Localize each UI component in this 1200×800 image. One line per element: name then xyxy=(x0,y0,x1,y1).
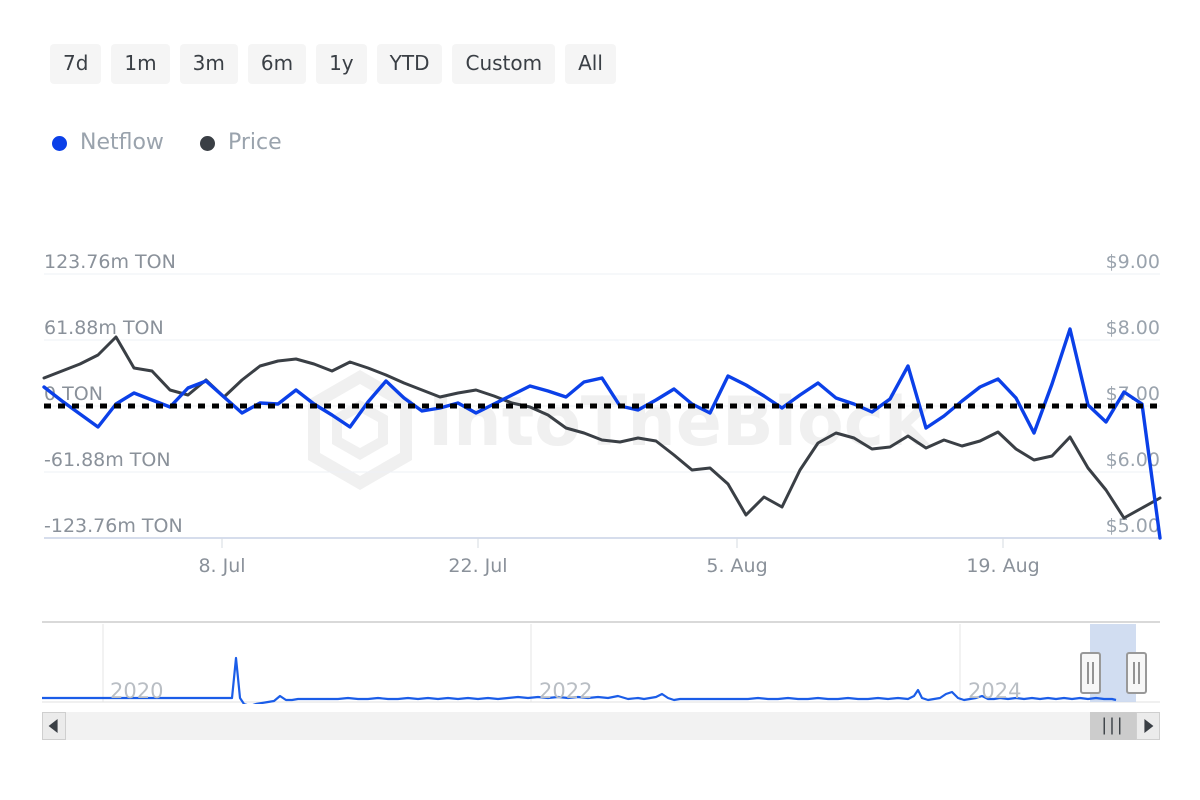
y-axis-left-tick-1: 61.88m TON xyxy=(44,317,164,339)
range-button-custom[interactable]: Custom xyxy=(452,44,555,84)
navigator-year-2022: 2022 xyxy=(539,679,592,703)
legend-label-price: Price xyxy=(228,132,282,154)
chevron-right-icon xyxy=(1144,719,1153,733)
range-button-6m[interactable]: 6m xyxy=(248,44,306,84)
y-axis-right-tick-1: $8.00 xyxy=(1106,317,1160,339)
x-axis-ticks xyxy=(222,538,1003,548)
range-button-3m[interactable]: 3m xyxy=(180,44,238,84)
range-button-7d[interactable]: 7d xyxy=(50,44,101,84)
range-button-1m[interactable]: 1m xyxy=(111,44,169,84)
legend-item-price[interactable]: Price xyxy=(200,132,282,154)
x-axis-tick-2: 5. Aug xyxy=(706,555,767,577)
chevron-left-icon xyxy=(49,719,58,733)
y-axis-right-tick-0: $9.00 xyxy=(1106,251,1160,273)
main-chart[interactable]: IntoTheBlock 123.76m TON 61.88m TON 0 TO… xyxy=(0,230,1200,590)
chart-plot-svg: IntoTheBlock 123.76m TON 61.88m TON 0 TO… xyxy=(0,230,1200,590)
scrollbar-track[interactable] xyxy=(42,712,1160,740)
y-axis-right-tick-4: $5.00 xyxy=(1106,515,1160,537)
y-axis-left-tick-3: -61.88m TON xyxy=(44,449,171,471)
scrollbar-left-arrow-button[interactable] xyxy=(42,712,66,740)
legend-dot-price-icon xyxy=(200,136,215,151)
navigator-handle-right[interactable] xyxy=(1127,653,1146,693)
x-axis-tick-1: 22. Jul xyxy=(448,555,507,577)
legend-item-netflow[interactable]: Netflow xyxy=(52,132,164,154)
navigator-handle-left[interactable] xyxy=(1081,653,1100,693)
navigator-year-gridlines xyxy=(103,624,960,702)
navigator-year-2020: 2020 xyxy=(110,679,163,703)
legend-label-netflow: Netflow xyxy=(80,132,164,154)
navigator-svg: 2020 2022 2024 xyxy=(42,620,1160,704)
legend-dot-netflow-icon xyxy=(52,136,67,151)
navigator-year-2024: 2024 xyxy=(968,679,1021,703)
range-button-all[interactable]: All xyxy=(565,44,616,84)
scrollbar-thumb[interactable]: ||| xyxy=(1090,712,1136,740)
chart-navigator[interactable]: 2020 2022 2024 xyxy=(42,620,1160,704)
range-button-1y[interactable]: 1y xyxy=(316,44,367,84)
scrollbar-right-arrow-button[interactable] xyxy=(1136,712,1160,740)
x-axis-tick-0: 8. Jul xyxy=(198,555,245,577)
chart-legend: Netflow Price xyxy=(52,132,282,154)
y-axis-left-tick-4: -123.76m TON xyxy=(44,515,183,537)
y-axis-right-tick-2: $7.00 xyxy=(1106,383,1160,405)
range-button-ytd[interactable]: YTD xyxy=(377,44,443,84)
navigator-scrollbar[interactable]: ||| xyxy=(42,712,1160,740)
scrollbar-grip-icon: ||| xyxy=(1101,718,1124,735)
x-axis-tick-3: 19. Aug xyxy=(966,555,1039,577)
y-axis-left-tick-0: 123.76m TON xyxy=(44,251,176,273)
range-selector: 7d 1m 3m 6m 1y YTD Custom All xyxy=(50,44,616,84)
